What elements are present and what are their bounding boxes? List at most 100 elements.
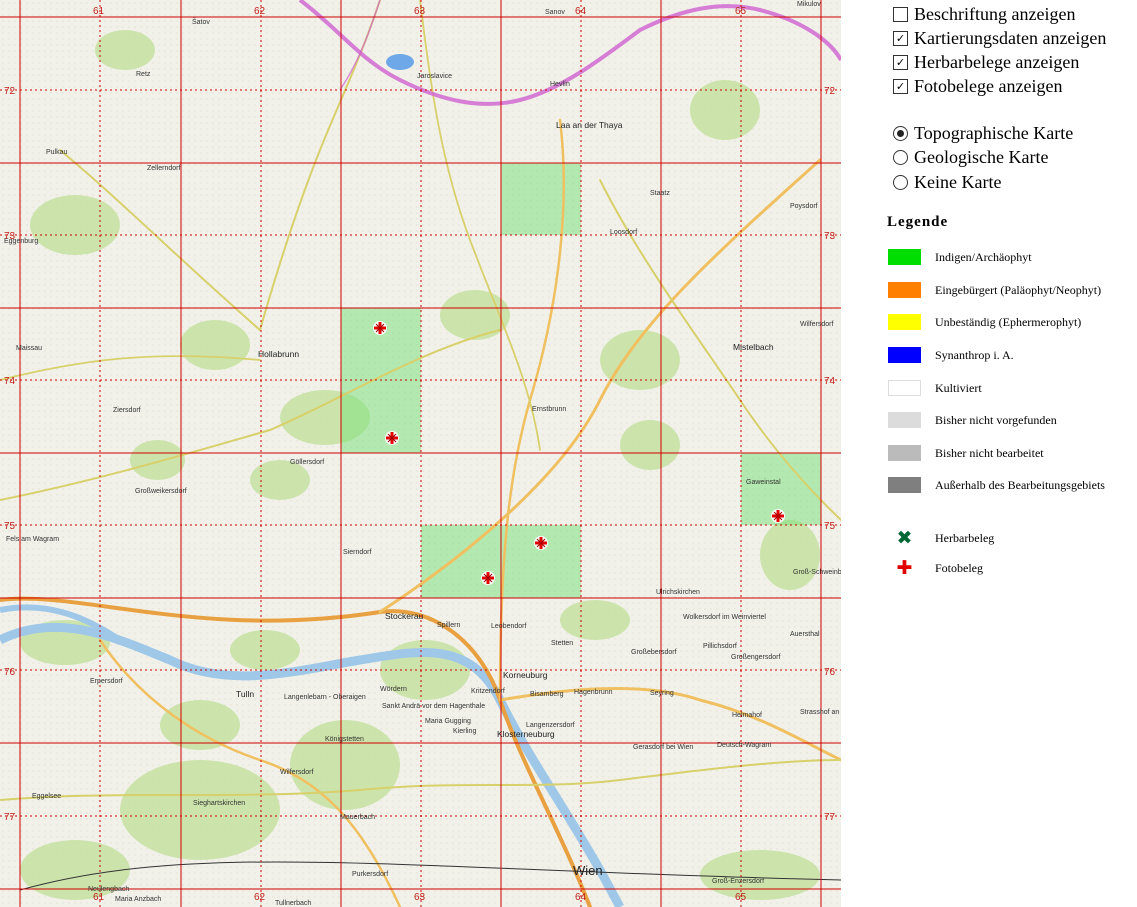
maptype-geo-text: Geologische Karte <box>914 146 1049 167</box>
place-label: Gaweinstal <box>746 479 781 486</box>
grid-label-col: 64 <box>575 892 587 903</box>
legend-item-eingebuergert: Eingebürgert (Paläophyt/Neophyt) <box>888 281 1101 299</box>
checkbox-labels[interactable] <box>893 6 908 22</box>
place-label: Langenlebarn - Oberaigen <box>284 694 366 701</box>
place-label: Hagenbrunn <box>574 689 613 696</box>
place-label: Groß-Enzersdorf <box>712 878 764 885</box>
place-label: Sankt Andrä vor dem Hagenthale <box>382 703 485 710</box>
grid-label-row: 73 <box>824 231 836 242</box>
grid-label-col: 64 <box>575 6 587 17</box>
legend-item-kultiviert: Kultiviert <box>888 379 982 397</box>
place-label: Großebersdorf <box>631 649 677 656</box>
legend-item-synanthrop: Synanthrop i. A. <box>888 346 1014 364</box>
place-label: Wolkersdorf im Weinviertel <box>683 614 766 621</box>
grid-label-row: 74 <box>824 376 836 387</box>
grid-label-row: 73 <box>4 231 16 242</box>
place-label: Tulln <box>236 689 254 699</box>
legend-swatch <box>888 347 921 363</box>
legend-item-indigen: Indigen/Archäophyt <box>888 248 1032 266</box>
option-herbarium[interactable]: ✓ Herbarbelege anzeigen <box>893 50 1079 74</box>
photo-marker-icon <box>481 571 495 585</box>
place-label: Mauerbach <box>340 814 375 821</box>
forest-patch <box>30 195 120 255</box>
grid-label-row: 72 <box>4 86 16 97</box>
option-mapping-data-text: Kartierungsdaten anzeigen <box>914 27 1107 48</box>
forest-patch <box>690 80 760 140</box>
place-label: Fels am Wagram <box>6 536 59 543</box>
grid-label-row: 75 <box>4 521 16 532</box>
grid-label-col: 65 <box>735 6 747 17</box>
legend-label: Kultiviert <box>935 380 982 395</box>
radio-topo[interactable] <box>893 125 908 141</box>
grid-label-col: 63 <box>414 6 426 17</box>
option-photo[interactable]: ✓ Fotobelege anzeigen <box>893 74 1062 98</box>
place-label: Auersthal <box>790 631 820 638</box>
place-label: Gerasdorf bei Wien <box>633 744 693 751</box>
maptype-topo-text: Topographische Karte <box>914 122 1074 143</box>
grid-label-row: 76 <box>824 667 836 678</box>
legend-swatch <box>888 477 921 493</box>
forest-patch <box>230 630 300 670</box>
place-label: Loosdorf <box>610 229 637 236</box>
option-labels-text: Beschriftung anzeigen <box>914 3 1076 24</box>
place-label: Maissau <box>16 345 42 352</box>
place-label: Langenzersdorf <box>526 722 575 729</box>
place-label: Poysdorf <box>790 203 818 210</box>
photo-marker-icon <box>373 321 387 335</box>
place-label: Tullnerbach <box>275 900 311 907</box>
place-label: Spillern <box>437 622 460 629</box>
photo-plus-icon: ✚ <box>896 557 913 579</box>
maptype-none-text: Keine Karte <box>914 171 1002 192</box>
legend-item-fotobeleg: ✚ Fotobeleg <box>888 557 983 579</box>
forest-patch <box>700 850 820 900</box>
grid-label-row: 74 <box>4 376 16 387</box>
place-label: Deutsch-Wagram <box>717 742 771 749</box>
place-label: Wien <box>573 863 603 878</box>
place-label: Eggelsee <box>32 793 61 800</box>
distribution-map[interactable]: Šatov Sanov Mikulov Retz Jaroslavice Hevlín La… <box>0 0 841 907</box>
legend-swatch <box>888 412 921 428</box>
place-label: Helmahof <box>732 712 762 719</box>
grid-label-col: 61 <box>93 6 105 17</box>
grid-label-row: 76 <box>4 667 16 678</box>
checkbox-herbarium[interactable]: ✓ <box>893 54 908 70</box>
forest-patch <box>560 600 630 640</box>
grid-label-row: 75 <box>824 521 836 532</box>
maptype-topo[interactable]: Topographische Karte <box>893 121 1073 145</box>
herbarium-cross-icon: ✖ <box>896 527 913 549</box>
legend-swatch <box>888 445 921 461</box>
place-label: Korneuburg <box>503 670 548 680</box>
map-canvas[interactable]: Šatov Sanov Mikulov Retz Jaroslavice Hevlín La… <box>0 0 841 907</box>
checkbox-photo[interactable]: ✓ <box>893 78 908 94</box>
radio-none[interactable] <box>893 174 908 190</box>
grid-label-col: 63 <box>414 892 426 903</box>
forest-patch <box>120 760 280 860</box>
legend-item-nicht-bearbeitet: Bisher nicht bearbeitet <box>888 444 1044 462</box>
legend-label: Fotobeleg <box>935 560 983 575</box>
legend-label: Herbarbeleg <box>935 530 995 545</box>
place-label: Erpersdorf <box>90 678 123 685</box>
place-label: Stockerau <box>385 611 424 621</box>
forest-patch <box>95 30 155 70</box>
forest-patch <box>620 420 680 470</box>
option-mapping-data[interactable]: ✓ Kartierungsdaten anzeigen <box>893 26 1106 50</box>
occupied-cell <box>501 163 581 235</box>
place-label: Purkersdorf <box>352 871 388 878</box>
maptype-none[interactable]: Keine Karte <box>893 170 1001 194</box>
radio-geo[interactable] <box>893 149 908 165</box>
place-label: Klosterneuburg <box>497 729 555 739</box>
legend-title: Legende <box>887 214 949 230</box>
maptype-geo[interactable]: Geologische Karte <box>893 145 1048 169</box>
legend-label: Synanthrop i. A. <box>935 347 1014 362</box>
place-label: Sanov <box>545 9 565 16</box>
checkbox-mapping-data[interactable]: ✓ <box>893 30 908 46</box>
place-label: Sierndorf <box>343 549 371 556</box>
grid-label-col: 61 <box>93 892 105 903</box>
place-label: Ulrichskirchen <box>656 589 700 596</box>
option-labels[interactable]: Beschriftung anzeigen <box>893 2 1075 26</box>
legend-item-ausserhalb: Außerhalb des Bearbeitungsgebiets <box>888 476 1105 494</box>
grid-label-col: 65 <box>735 892 747 903</box>
place-label: Ziersdorf <box>113 407 141 414</box>
option-photo-text: Fotobelege anzeigen <box>914 75 1063 96</box>
photo-marker-icon <box>771 509 785 523</box>
